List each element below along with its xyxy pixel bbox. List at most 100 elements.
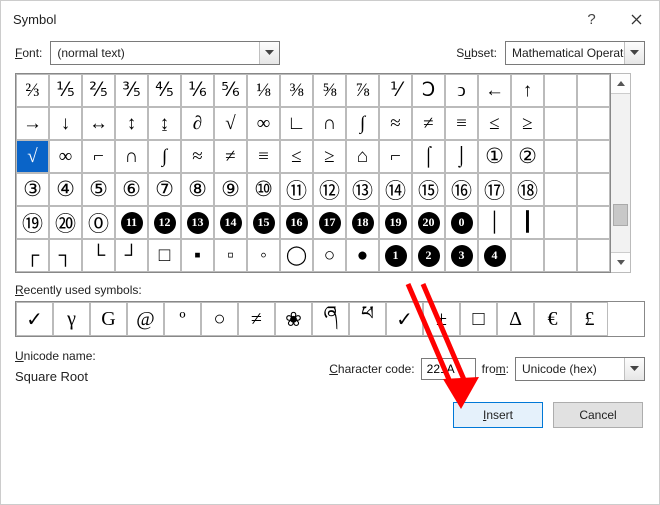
symbol-cell[interactable]: ⑳ [49, 206, 82, 239]
symbol-cell[interactable]: → [16, 107, 49, 140]
symbol-cell[interactable]: ≡ [247, 140, 280, 173]
symbol-cell[interactable]: ⓪ [82, 206, 115, 239]
recent-symbol-cell[interactable]: º [164, 302, 201, 336]
symbol-cell[interactable]: ⑲ [16, 206, 49, 239]
recent-symbol-cell[interactable]: γ [53, 302, 90, 336]
symbol-cell[interactable] [544, 107, 577, 140]
symbol-cell[interactable] [577, 206, 610, 239]
symbol-cell[interactable]: Ↄ [412, 74, 445, 107]
symbol-cell[interactable]: ⑱ [511, 173, 544, 206]
symbol-grid[interactable]: ⅔⅕⅖⅗⅘⅙⅚⅛⅜⅝⅞⅟Ↄↄ←↑→↓↔↕↨∂√∞∟∩∫≈≠≡≤≥√∞⌐∩∫≈≠≡… [15, 73, 611, 273]
recent-symbol-cell[interactable]: ཞ [312, 302, 349, 336]
symbol-cell[interactable]: ↔ [82, 107, 115, 140]
symbol-cell[interactable]: ⅝ [313, 74, 346, 107]
symbol-cell[interactable]: ↑ [511, 74, 544, 107]
symbol-cell[interactable]: └ [82, 239, 115, 272]
recent-symbol-cell[interactable]: ཕ [349, 302, 386, 336]
symbol-cell[interactable] [544, 140, 577, 173]
symbol-cell[interactable]: ⅗ [115, 74, 148, 107]
scroll-thumb[interactable] [613, 204, 628, 226]
symbol-cell[interactable] [577, 107, 610, 140]
recent-symbol-cell[interactable]: @ [127, 302, 164, 336]
char-code-input[interactable] [421, 358, 476, 380]
symbol-cell[interactable]: ┌ [16, 239, 49, 272]
recent-symbol-cell[interactable]: ○ [201, 302, 238, 336]
symbol-cell[interactable]: 3 [445, 239, 478, 272]
symbol-cell[interactable] [577, 140, 610, 173]
scroll-track[interactable] [611, 94, 630, 252]
symbol-cell[interactable]: ⅕ [49, 74, 82, 107]
symbol-cell[interactable]: 13 [181, 206, 214, 239]
symbol-cell[interactable]: ↨ [148, 107, 181, 140]
symbol-cell[interactable]: ∩ [115, 140, 148, 173]
symbol-cell[interactable]: 14 [214, 206, 247, 239]
symbol-cell[interactable]: ← [478, 74, 511, 107]
symbol-cell[interactable]: ⑩ [247, 173, 280, 206]
symbol-cell[interactable] [577, 74, 610, 107]
symbol-cell[interactable]: ┃ [511, 206, 544, 239]
symbol-cell[interactable]: │ [478, 206, 511, 239]
symbol-cell[interactable]: ◦ [247, 239, 280, 272]
symbol-cell[interactable]: ⅟ [379, 74, 412, 107]
symbol-cell[interactable]: ② [511, 140, 544, 173]
symbol-cell[interactable]: ⅚ [214, 74, 247, 107]
symbol-cell[interactable]: ≈ [379, 107, 412, 140]
symbol-cell[interactable]: ⑰ [478, 173, 511, 206]
symbol-cell[interactable]: 19 [379, 206, 412, 239]
symbol-cell[interactable] [544, 206, 577, 239]
symbol-cell[interactable]: ⅞ [346, 74, 379, 107]
recent-symbol-cell[interactable]: ✓ [16, 302, 53, 336]
recent-symbol-cell[interactable]: Δ [497, 302, 534, 336]
symbol-cell[interactable]: ⑧ [181, 173, 214, 206]
symbol-cell[interactable]: ≡ [445, 107, 478, 140]
symbol-cell[interactable]: ⑭ [379, 173, 412, 206]
recent-symbol-cell[interactable]: ≠ [238, 302, 275, 336]
symbol-cell[interactable]: √ [214, 107, 247, 140]
close-button[interactable] [614, 1, 659, 37]
symbol-cell[interactable]: ↄ [445, 74, 478, 107]
symbol-cell[interactable]: 0 [445, 206, 478, 239]
symbol-cell[interactable]: ▪ [181, 239, 214, 272]
symbol-cell[interactable]: ④ [49, 173, 82, 206]
symbol-cell[interactable]: 15 [247, 206, 280, 239]
symbol-cell[interactable]: ③ [16, 173, 49, 206]
symbol-cell[interactable]: ∫ [148, 140, 181, 173]
recent-symbol-cell[interactable]: ✓ [386, 302, 423, 336]
symbol-cell[interactable]: ⅜ [280, 74, 313, 107]
symbol-cell[interactable]: ⌐ [82, 140, 115, 173]
symbol-cell[interactable]: ⑫ [313, 173, 346, 206]
symbol-cell[interactable]: ① [478, 140, 511, 173]
symbol-cell[interactable]: ⅖ [82, 74, 115, 107]
symbol-cell[interactable]: 11 [115, 206, 148, 239]
symbol-cell[interactable]: ○ [313, 239, 346, 272]
symbol-cell[interactable]: ↕ [115, 107, 148, 140]
from-combo[interactable]: Unicode (hex) [515, 357, 645, 381]
subset-combo[interactable]: Mathematical Operators [505, 41, 645, 65]
symbol-cell[interactable]: ∫ [346, 107, 379, 140]
symbol-cell[interactable]: ◯ [280, 239, 313, 272]
symbol-cell[interactable]: ∩ [313, 107, 346, 140]
symbol-cell[interactable]: ⌡ [445, 140, 478, 173]
symbol-cell[interactable]: ↓ [49, 107, 82, 140]
symbol-cell[interactable]: ≈ [181, 140, 214, 173]
scroll-up-button[interactable] [611, 74, 630, 94]
vertical-scrollbar[interactable] [611, 73, 631, 273]
symbol-cell[interactable]: ≠ [214, 140, 247, 173]
symbol-cell[interactable]: ⌠ [412, 140, 445, 173]
symbol-cell[interactable]: ≥ [313, 140, 346, 173]
symbol-cell[interactable]: ⌐ [379, 140, 412, 173]
symbol-cell[interactable]: ▫ [214, 239, 247, 272]
symbol-cell[interactable]: ⑦ [148, 173, 181, 206]
symbol-cell[interactable]: 1 [379, 239, 412, 272]
symbol-cell[interactable]: ∟ [280, 107, 313, 140]
recent-grid[interactable]: ✓γG@º○≠❀ཞཕ✓±□Δ€£ [15, 301, 645, 337]
recent-symbol-cell[interactable]: G [90, 302, 127, 336]
symbol-cell[interactable] [511, 239, 544, 272]
recent-symbol-cell[interactable]: ❀ [275, 302, 312, 336]
recent-symbol-cell[interactable]: £ [571, 302, 608, 336]
symbol-cell[interactable]: ⅙ [181, 74, 214, 107]
symbol-cell[interactable]: ⑯ [445, 173, 478, 206]
symbol-cell[interactable]: 12 [148, 206, 181, 239]
symbol-cell[interactable]: 4 [478, 239, 511, 272]
symbol-cell[interactable]: ∂ [181, 107, 214, 140]
